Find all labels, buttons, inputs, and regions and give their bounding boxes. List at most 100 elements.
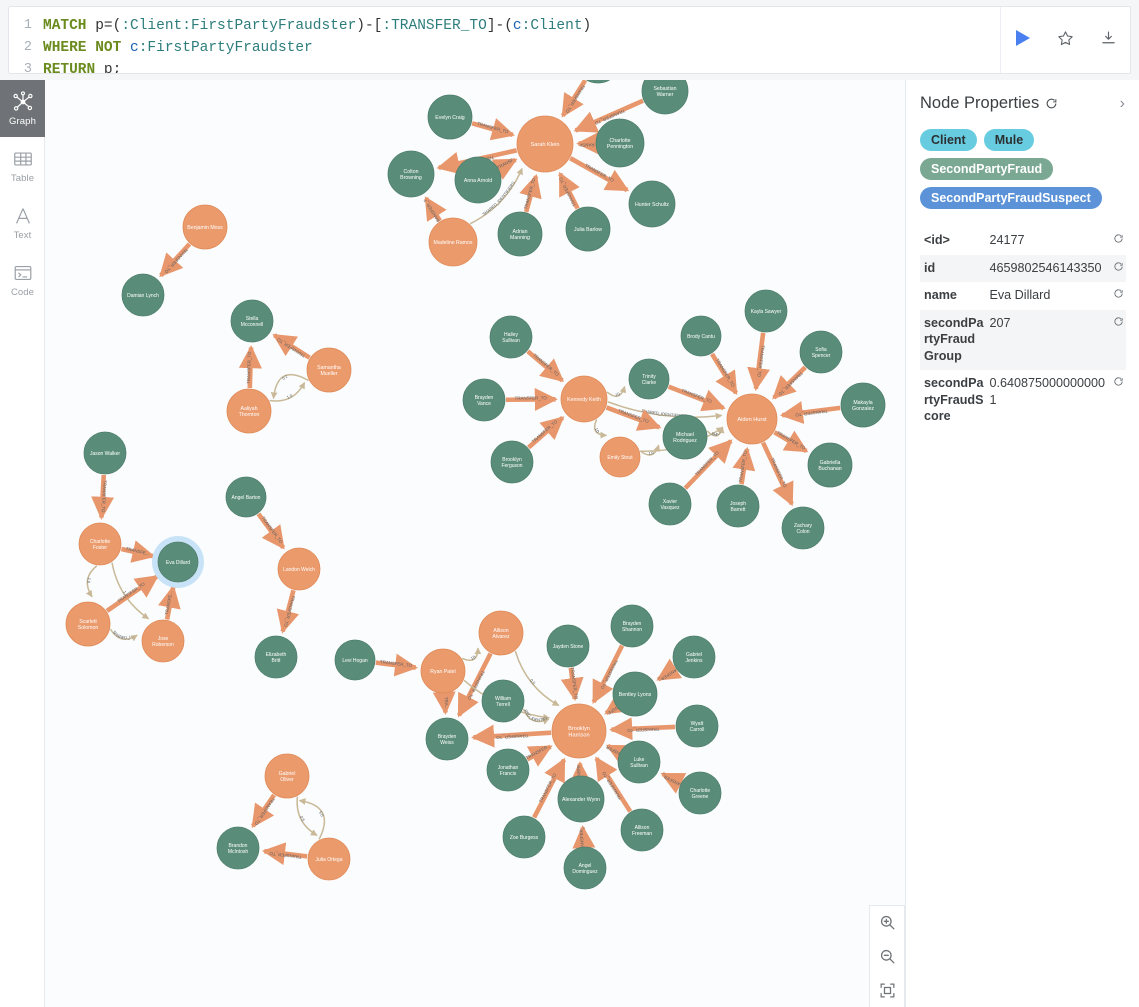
node-label: Kayla Sawyer [751,309,782,315]
graph-node[interactable]: AaliyahThornton [226,388,272,434]
graph-node[interactable]: ColtonBrowning [387,150,435,198]
graph-visualization[interactable]: TRANSFER_TOTRANSFER_TOTRANSFER_TOTRANSF.… [45,80,905,1007]
property-key: secondPartyFraudGroup [924,315,984,363]
graph-node[interactable]: SebastianWarner [641,80,689,115]
graph-node[interactable]: GabrielJenkins [672,635,716,679]
copy-icon[interactable] [1108,282,1126,310]
graph-node[interactable]: Benjamin Moss [182,204,228,250]
graph-node[interactable]: CharlottePennington [595,118,645,168]
graph-node[interactable]: GabriellaBuchanan [807,442,853,488]
graph-node[interactable]: Hunter Schultz [628,180,676,228]
node-label: Bentley Lyons [619,692,652,698]
graph-node[interactable]: Evelyn Craig [427,94,473,140]
graph-node[interactable]: CharlotteFoster [78,522,122,566]
graph-node[interactable]: ZacharyColon [781,506,825,550]
graph-node[interactable]: HaileySullivan [489,315,533,359]
graph-node[interactable]: AngelDominguez [563,846,607,890]
graph-node[interactable]: Alexander Wynn [557,775,605,823]
graph-node[interactable]: JosephBarrett [716,484,760,528]
graph-node[interactable]: MakaylaGonzalez [840,382,886,428]
graph-node[interactable]: GabrielOliver [264,753,310,799]
graph-node[interactable]: Jason Walker [83,431,127,475]
node-label: Shannon [622,627,642,633]
graph-node[interactable]: SofiaSpencer [799,330,843,374]
sidebar-item-table[interactable]: Table [0,137,45,194]
sidebar-item-graph[interactable]: Graph [0,80,45,137]
graph-node[interactable]: Jayden Stone [546,624,590,668]
graph-node[interactable]: Emily Stout [599,436,641,478]
node-label: McIntosh [228,849,249,855]
graph-node[interactable]: Ryan Patel [420,648,466,694]
graph-node[interactable]: Angel Barton [225,476,267,518]
graph-node[interactable]: LukeSullivan [617,740,661,784]
copy-icon[interactable] [1108,227,1126,255]
graph-node[interactable]: BraydenShannon [610,604,654,648]
sidebar-item-code[interactable]: Code [0,251,45,308]
graph-node[interactable]: AllisonFreeman [620,808,664,852]
graph-node[interactable]: JoseRoberson [141,619,185,663]
graph-node[interactable]: SamanthaMueller [306,347,352,393]
collapse-panel-button[interactable]: › [1120,95,1125,112]
cypher-query-editor[interactable]: 1 MATCH p=(:Client:FirstPartyFraudster)-[… [9,7,1000,73]
relationship-label: TRANSFER_TO [777,371,804,397]
graph-node[interactable]: XavierVasquez [648,482,692,526]
graph-node[interactable]: JonathanFrancis [486,748,530,792]
node-label-pill[interactable]: SecondPartyFraudSuspect [920,187,1102,209]
graph-node[interactable]: BraydenWeiss [425,717,469,761]
table-icon [13,151,32,166]
zoom-out-button[interactable] [869,940,905,974]
graph-node[interactable]: AdrianManning [497,211,543,257]
property-key: name [924,288,957,302]
favorite-query-button[interactable] [1053,25,1079,51]
relationship-label: TRANSFER_TO [253,797,276,827]
graph-node[interactable]: BrooklynHarrison [551,703,607,759]
node-label: Francis [500,771,517,777]
graph-node[interactable]: WilliamTerrell [481,679,525,723]
graph-node[interactable]: Levi Hogan [334,639,376,681]
graph-node[interactable]: MichaelRodriguez [662,414,708,460]
relationship-label: TRANSFER_TO [532,352,560,377]
node-label: Alexander Wynn [562,797,600,803]
graph-node[interactable]: StellaMcconnell [230,299,274,343]
fit-to-screen-button[interactable] [869,973,905,1007]
graph-node[interactable]: BrooklynFerguson [490,440,534,484]
graph-node[interactable]: Brody Cantu [680,315,722,357]
refresh-icon[interactable] [1045,97,1058,110]
graph-node[interactable]: Bentley Lyons [612,671,658,717]
graph-node[interactable]: WyattCarroll [675,704,719,748]
node-label: Jason Walker [90,451,120,457]
download-query-button[interactable] [1096,25,1122,51]
run-query-button[interactable] [1010,25,1036,51]
graph-node[interactable]: Julia Ortega [307,837,351,881]
copy-icon[interactable] [1108,255,1126,283]
graph-node[interactable]: Madeline Ramos [428,217,478,267]
copy-icon[interactable] [1108,370,1126,431]
graph-node[interactable]: Eva Dillard [152,536,204,588]
property-row: secondPartyFraudScore 0.6408750000000001 [920,370,1126,431]
graph-node[interactable]: ElizabethBritt [254,635,298,679]
graph-node[interactable]: CharlotteGreene [678,771,722,815]
node-label-pill[interactable]: Client [920,129,977,151]
graph-node[interactable]: BraydenVance [462,378,506,422]
graph-node[interactable]: BrandonMcIntosh [216,826,260,870]
node-label: Weiss [440,740,454,746]
graph-node[interactable]: Aiden Hurst [726,393,778,445]
graph-node[interactable]: Anna Arnold [454,156,502,204]
zoom-in-button[interactable] [869,906,905,940]
sidebar-item-text[interactable]: Text [0,194,45,251]
graph-node[interactable]: ScarlettSolomon [65,601,111,647]
graph-node[interactable]: TrinityClarke [628,358,670,400]
node-label: Thornton [239,412,260,418]
graph-node[interactable]: AllisonAlvarez [478,610,524,656]
graph-node[interactable]: Kayla Sawyer [744,289,788,333]
node-label-pill[interactable]: SecondPartyFraud [920,158,1054,180]
graph-canvas[interactable]: TRANSFER_TOTRANSFER_TOTRANSFER_TOTRANSF.… [45,80,905,1007]
copy-icon[interactable] [1108,310,1126,371]
graph-node[interactable]: Julia Barlow [565,206,611,252]
graph-node[interactable]: Sarah Klein [516,115,574,173]
graph-node[interactable]: Damian Lynch [121,273,165,317]
graph-node[interactable]: Kennedy Keith [560,375,608,423]
graph-node[interactable]: Zoe Burgess [502,815,546,859]
node-label-pill[interactable]: Mule [983,129,1035,151]
graph-node[interactable]: Landon Welch [277,547,321,591]
